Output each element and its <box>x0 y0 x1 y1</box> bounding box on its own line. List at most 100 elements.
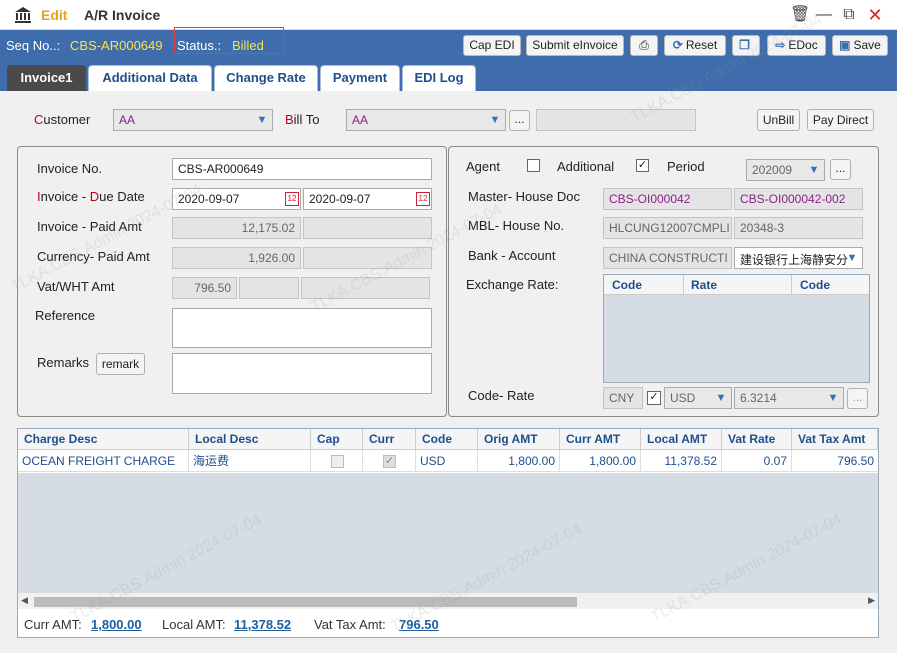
scroll-left-icon[interactable]: ◀ <box>21 595 28 606</box>
tab-invoice1[interactable]: Invoice1 <box>7 65 86 91</box>
tab-change-rate[interactable]: Change Rate <box>214 65 318 91</box>
account-select[interactable]: 建设银行上海静安分 ▼ <box>734 247 863 269</box>
window-title-bar: Edit A/R Invoice 🗑 — ⧉ ✕ <box>0 0 897 30</box>
additional-checkbox[interactable]: ✓ <box>636 159 649 172</box>
vat-tax-amt-value[interactable]: 796.50 <box>399 617 439 632</box>
edoc-button[interactable]: ⇨ EDoc <box>767 35 826 56</box>
curr-amt-value[interactable]: 1,800.00 <box>91 617 142 632</box>
remark-button[interactable]: remark <box>96 353 145 375</box>
col-curr-amt[interactable]: Curr AMT <box>560 429 641 450</box>
bank-field[interactable]: CHINA CONSTRUCTI <box>603 247 732 269</box>
scrollbar-thumb[interactable] <box>34 597 577 607</box>
col-cap[interactable]: Cap <box>311 429 363 450</box>
chevron-down-icon: ▼ <box>846 252 858 264</box>
cell-curr: ✓ <box>363 450 416 472</box>
rate-select[interactable]: 6.3214 ▼ <box>734 387 844 409</box>
copy-button[interactable]: ❐ <box>732 35 760 56</box>
house-no-field[interactable]: 20348-3 <box>734 217 863 239</box>
col-local-amt[interactable]: Local AMT <box>641 429 722 450</box>
scroll-right-icon[interactable]: ▶ <box>868 595 875 606</box>
exchange-rate-table: Code Rate Code <box>603 274 870 383</box>
cell-cap <box>311 450 363 472</box>
table-row[interactable]: OCEAN FREIGHT CHARGE 海运费 ✓ USD 1,800.00 … <box>18 450 878 472</box>
window-title: A/R Invoice <box>84 7 161 23</box>
invoice-paid-field[interactable] <box>303 217 432 239</box>
maximize-icon[interactable]: ⧉ <box>840 6 858 24</box>
pay-direct-button[interactable]: Pay Direct <box>807 109 874 131</box>
save-label: Save <box>853 38 881 52</box>
period-lookup-button[interactable]: ... <box>830 159 851 180</box>
agent-label: Agent <box>466 159 500 174</box>
status-highlight <box>174 27 284 54</box>
col-local-desc[interactable]: Local Desc <box>189 429 311 450</box>
currency-paid-amt-label: Currency- Paid Amt <box>37 249 150 264</box>
reset-label: Reset <box>685 38 718 52</box>
tab-bar: Invoice1 Additional Data Change Rate Pay… <box>0 59 897 91</box>
remarks-field[interactable] <box>172 353 432 394</box>
mbl-no-field[interactable]: HLCUNG12007CMPLI <box>603 217 732 239</box>
close-icon[interactable]: ✕ <box>866 6 884 24</box>
chevron-down-icon: ▼ <box>715 392 727 404</box>
agent-checkbox[interactable] <box>527 159 540 172</box>
col-vat-tax-amt[interactable]: Vat Tax Amt <box>792 429 878 450</box>
cell-code: USD <box>416 450 478 472</box>
local-amt-value[interactable]: 11,378.52 <box>234 617 291 632</box>
minimize-icon[interactable]: — <box>815 6 833 24</box>
currency-amt-field[interactable]: 1,926.00 <box>172 247 301 269</box>
calendar-icon[interactable]: 12 <box>285 192 299 206</box>
horizontal-scrollbar[interactable]: ◀ ▶ <box>18 593 878 609</box>
customer-select[interactable]: AA ▼ <box>113 109 273 131</box>
bank-icon <box>15 7 31 23</box>
wht-amt-field[interactable] <box>239 277 299 299</box>
copy-icon: ❐ <box>739 38 750 52</box>
code-rate-checkbox[interactable]: ✓ <box>647 391 661 405</box>
save-button[interactable]: ▣ Save <box>832 35 888 56</box>
code-to-select[interactable]: USD ▼ <box>664 387 732 409</box>
currency-paid-field[interactable] <box>303 247 432 269</box>
calendar-icon[interactable]: 12 <box>416 192 430 206</box>
chevron-down-icon: ▼ <box>827 392 839 404</box>
rate-lookup-button[interactable]: ... <box>847 388 868 409</box>
import-icon: ⇨ <box>775 38 786 52</box>
code-from-field[interactable]: CNY <box>603 387 643 409</box>
mbl-house-no-label: MBL- House No. <box>468 218 565 233</box>
bill-to-select[interactable]: AA ▼ <box>346 109 506 131</box>
curr-checkbox[interactable]: ✓ <box>383 455 396 468</box>
exchange-col-rate: Rate <box>691 278 718 292</box>
submit-einvoice-button[interactable]: Submit eInvoice <box>526 35 624 56</box>
col-orig-amt[interactable]: Orig AMT <box>478 429 560 450</box>
chevron-down-icon: ▼ <box>808 164 820 176</box>
bill-to-name-field[interactable] <box>536 109 696 131</box>
invoice-amt-field[interactable]: 12,175.02 <box>172 217 301 239</box>
cap-edi-button[interactable]: Cap EDI <box>463 35 521 56</box>
invoice-no-field[interactable]: CBS-AR000649 <box>172 158 432 180</box>
reference-field[interactable] <box>172 308 432 348</box>
additional-label: Additional <box>557 159 615 174</box>
cell-vat-rate: 0.07 <box>722 450 792 472</box>
grid-empty-area <box>18 473 878 593</box>
vat-extra-field[interactable] <box>301 277 430 299</box>
print-button[interactable]: ⎙ <box>630 35 658 56</box>
vat-amt-field[interactable]: 796.50 <box>172 277 237 299</box>
master-doc-field[interactable]: CBS-OI000042 <box>603 188 732 210</box>
reference-label: Reference <box>35 308 95 323</box>
reset-button[interactable]: ⟳ Reset <box>664 35 726 56</box>
col-charge-desc[interactable]: Charge Desc <box>18 429 189 450</box>
col-code[interactable]: Code <box>416 429 478 450</box>
tab-edi-log[interactable]: EDI Log <box>402 65 476 91</box>
cap-checkbox[interactable] <box>331 455 344 468</box>
house-doc-field[interactable]: CBS-OI000042-002 <box>734 188 863 210</box>
cell-charge-desc: OCEAN FREIGHT CHARGE <box>18 450 189 472</box>
cell-vat-tax-amt: 796.50 <box>837 454 874 468</box>
period-select[interactable]: 202009 ▼ <box>746 159 825 181</box>
bill-to-lookup-button[interactable]: ... <box>509 110 530 131</box>
col-vat-rate[interactable]: Vat Rate <box>722 429 792 450</box>
trash-icon[interactable]: 🗑 <box>790 6 810 24</box>
tab-additional-data[interactable]: Additional Data <box>88 65 212 91</box>
tab-payment[interactable]: Payment <box>320 65 400 91</box>
unbill-button[interactable]: UnBill <box>757 109 800 131</box>
invoice-date-field[interactable]: 2020-09-07 <box>172 188 301 210</box>
due-date-field[interactable]: 2020-09-07 <box>303 188 432 210</box>
col-curr[interactable]: Curr <box>363 429 416 450</box>
invoice-paid-amt-label: Invoice - Paid Amt <box>37 219 142 234</box>
